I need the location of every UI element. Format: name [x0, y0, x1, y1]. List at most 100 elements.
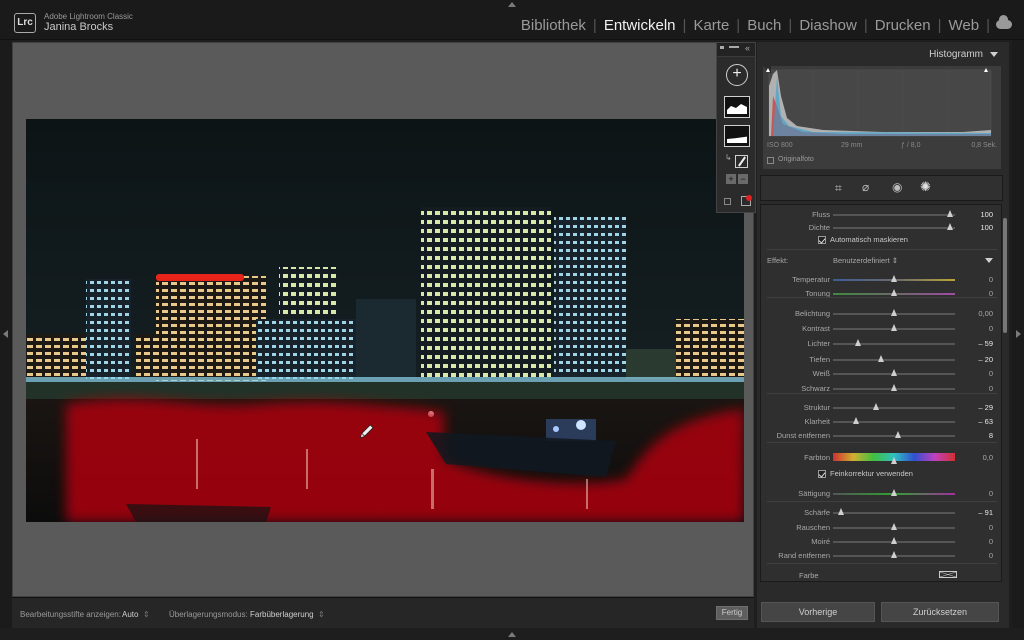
- noise-slider[interactable]: Rauschen 0: [761, 520, 1001, 534]
- flow-slider[interactable]: Fluss 100: [761, 207, 1001, 221]
- tiefen-slider-thumb[interactable]: [878, 355, 885, 362]
- show-overlay-checkbox[interactable]: [724, 198, 731, 205]
- lichter-slider-track[interactable]: [833, 343, 955, 345]
- grip-icon[interactable]: [720, 46, 724, 49]
- struktur-slider[interactable]: Struktur – 29: [761, 400, 1001, 414]
- hue-thumb[interactable]: [890, 457, 897, 464]
- photo-preview[interactable]: [26, 119, 744, 522]
- minimize-icon[interactable]: [729, 46, 739, 48]
- panel-scrollbar[interactable]: [1003, 218, 1007, 333]
- moire-slider[interactable]: Moiré 0: [761, 534, 1001, 548]
- module-slideshow[interactable]: Diashow: [792, 17, 864, 34]
- kontrast-slider[interactable]: Kontrast 0: [761, 321, 1001, 335]
- healing-icon[interactable]: ⌀: [862, 180, 869, 194]
- panel-toggle-icon[interactable]: [990, 52, 998, 57]
- temperatur-slider-value[interactable]: 0: [989, 275, 993, 284]
- module-book[interactable]: Buch: [740, 17, 788, 34]
- kontrast-slider-thumb[interactable]: [890, 324, 897, 331]
- hue-value[interactable]: 0,0: [983, 453, 993, 462]
- saturation-slider[interactable]: Sättigung 0: [761, 486, 1001, 500]
- noise-slider-thumb[interactable]: [890, 523, 897, 530]
- saturation-slider-value[interactable]: 0: [989, 489, 993, 498]
- moire-slider-thumb[interactable]: [890, 537, 897, 544]
- belichtung-slider[interactable]: Belichtung 0,00: [761, 306, 1001, 320]
- dunst-entfernen-slider[interactable]: Dunst entfernen 8: [761, 428, 1001, 442]
- schwarz-slider-thumb[interactable]: [890, 384, 897, 391]
- effect-preset-dropdown[interactable]: Benutzerdefiniert ⇕: [833, 256, 898, 265]
- crop-icon[interactable]: ⌗: [835, 181, 842, 196]
- image-canvas[interactable]: [12, 42, 754, 597]
- lichter-slider[interactable]: Lichter – 59: [761, 336, 1001, 350]
- expand-filmstrip-icon[interactable]: [508, 632, 516, 637]
- module-print[interactable]: Drucken: [868, 17, 938, 34]
- subtract-from-mask-button[interactable]: −: [738, 174, 748, 184]
- red-eye-icon[interactable]: ◉: [892, 180, 902, 194]
- noise-slider-value[interactable]: 0: [989, 523, 993, 532]
- temperatur-slider-thumb[interactable]: [890, 275, 897, 282]
- mask-thumbnail-2-active[interactable]: [724, 125, 750, 147]
- collapse-right-panel-icon[interactable]: [1016, 330, 1021, 338]
- color-swatch-none[interactable]: [939, 571, 957, 578]
- masking-icon[interactable]: ✺: [920, 179, 931, 195]
- weiß-slider-thumb[interactable]: [890, 369, 897, 376]
- weiß-slider[interactable]: Weiß 0: [761, 366, 1001, 380]
- tiefen-slider-value[interactable]: – 20: [978, 355, 993, 364]
- klarheit-slider-thumb[interactable]: [852, 417, 859, 424]
- schwarz-slider-value[interactable]: 0: [989, 384, 993, 393]
- klarheit-slider-value[interactable]: – 63: [978, 417, 993, 426]
- defringe-slider-thumb[interactable]: [890, 551, 897, 558]
- module-develop[interactable]: Entwickeln: [597, 17, 683, 34]
- module-web[interactable]: Web: [942, 17, 987, 34]
- struktur-slider-track[interactable]: [833, 407, 955, 409]
- temperatur-slider[interactable]: Temperatur 0: [761, 272, 1001, 286]
- collapse-icon[interactable]: «: [745, 43, 750, 53]
- histogram[interactable]: ISO 800 29 mm ƒ / 8,0 0,8 Sek. Originalf…: [763, 66, 1001, 169]
- fine-adjust-checkbox[interactable]: [818, 470, 826, 478]
- density-slider-track[interactable]: [833, 227, 955, 229]
- density-slider-value[interactable]: 100: [980, 223, 993, 232]
- effect-collapse-icon[interactable]: [985, 258, 993, 263]
- module-library[interactable]: Bibliothek: [514, 17, 593, 34]
- saturation-slider-thumb[interactable]: [890, 489, 897, 496]
- original-photo-checkbox[interactable]: [767, 157, 774, 164]
- edit-pins-dropdown[interactable]: Auto: [122, 610, 138, 619]
- belichtung-slider-thumb[interactable]: [890, 309, 897, 316]
- collapse-top-panel-icon[interactable]: [508, 2, 516, 7]
- overlay-mode-dropdown[interactable]: Farbüberlagerung: [250, 610, 314, 619]
- brush-mask-icon[interactable]: [735, 155, 748, 168]
- done-button[interactable]: Fertig: [716, 606, 748, 620]
- density-slider-thumb[interactable]: [946, 223, 953, 230]
- overlay-color-icon[interactable]: [741, 195, 752, 206]
- reset-button[interactable]: Zurücksetzen: [881, 602, 999, 622]
- kontrast-slider-value[interactable]: 0: [989, 324, 993, 333]
- sharpness-slider-track[interactable]: [833, 512, 955, 514]
- previous-button[interactable]: Vorherige: [761, 602, 875, 622]
- hue-slider[interactable]: Farbton 0,0: [761, 450, 1001, 464]
- sharpness-slider-value[interactable]: – 91: [978, 508, 993, 517]
- tiefen-slider-track[interactable]: [833, 359, 955, 361]
- density-slider[interactable]: Dichte 100: [761, 220, 1001, 234]
- add-mask-button[interactable]: +: [726, 64, 748, 86]
- defringe-slider-value[interactable]: 0: [989, 551, 993, 560]
- automask-checkbox[interactable]: [818, 236, 826, 244]
- expand-left-panel-icon[interactable]: [3, 330, 8, 338]
- struktur-slider-thumb[interactable]: [873, 403, 880, 410]
- moire-slider-value[interactable]: 0: [989, 537, 993, 546]
- klarheit-slider[interactable]: Klarheit – 63: [761, 414, 1001, 428]
- dunst-entfernen-slider-value[interactable]: 8: [989, 431, 993, 440]
- flow-slider-track[interactable]: [833, 214, 955, 216]
- cloud-sync-icon[interactable]: [996, 15, 1012, 29]
- mask-thumbnail-1[interactable]: [724, 96, 750, 118]
- flow-slider-value[interactable]: 100: [980, 210, 993, 219]
- flow-slider-thumb[interactable]: [946, 210, 953, 217]
- defringe-slider[interactable]: Rand entfernen 0: [761, 548, 1001, 562]
- sharpness-slider-thumb[interactable]: [838, 508, 845, 515]
- histogram-header[interactable]: Histogramm: [757, 42, 1009, 64]
- dunst-entfernen-slider-thumb[interactable]: [895, 431, 902, 438]
- sharpness-slider[interactable]: Schärfe – 91: [761, 505, 1001, 519]
- tonung-slider-thumb[interactable]: [890, 289, 897, 296]
- belichtung-slider-value[interactable]: 0,00: [978, 309, 993, 318]
- weiß-slider-value[interactable]: 0: [989, 369, 993, 378]
- struktur-slider-value[interactable]: – 29: [978, 403, 993, 412]
- lichter-slider-value[interactable]: – 59: [978, 339, 993, 348]
